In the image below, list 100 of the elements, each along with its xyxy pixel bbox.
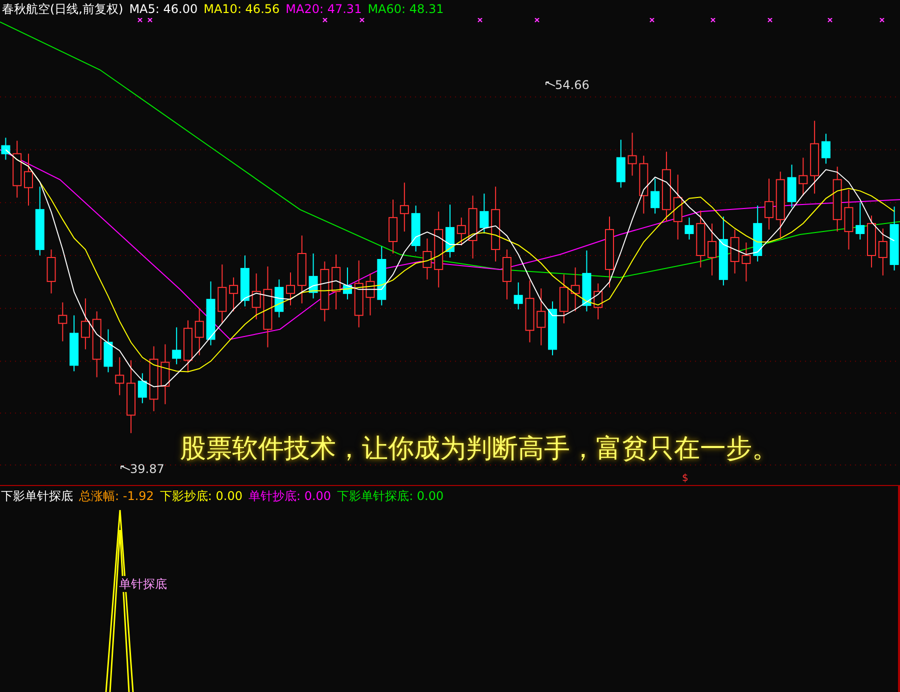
cross-mark-icon [710,18,716,23]
candlestick [149,346,158,412]
candlestick [411,205,420,252]
candlestick [502,249,512,300]
candlestick [92,310,102,378]
caption-text: 股票软件技术，让你成为判断高手，富贫只在一步。 [180,433,778,466]
moving-average-value: MA20: 47.31 [286,1,362,17]
candlestick [46,249,56,294]
candlestick [708,223,717,276]
candlestick [58,302,68,342]
candlestick [730,229,740,274]
candlestick [80,298,90,350]
candlestick [104,328,113,373]
candlestick [764,178,774,230]
candlestick [536,288,546,346]
cross-mark-icon [649,18,655,23]
candlestick [753,205,762,262]
moving-average-value: MA5: 46.00 [129,1,198,17]
candlestick [616,139,626,188]
candlestick [798,157,808,196]
candlestick [559,274,568,324]
candlestick [320,260,330,322]
cross-mark-icon [477,18,483,23]
candlestick [582,250,592,312]
candlestick [696,210,706,268]
cross-mark-icon [359,18,365,23]
cross-mark-icon [322,18,328,23]
indicator-value: 总涨幅: -1.92 [79,488,154,504]
candlestick [856,202,865,240]
candlestick [832,166,842,232]
candlestick [286,272,295,306]
price-label: 54.66 [545,77,590,93]
candlestick [194,308,204,356]
candlestick [650,178,660,214]
candlestick [172,326,182,365]
candlestick [878,228,888,276]
candlestick [718,216,728,286]
cross-mark-icon [137,18,143,23]
candlestick [570,266,580,312]
candlestick [342,266,352,300]
candlestick [468,195,478,259]
candlestick [776,171,785,238]
candlestick [787,164,796,208]
candlestick [274,278,284,318]
cross-mark-icon [879,18,885,23]
candlestick [742,242,751,282]
candlestick [377,246,386,306]
chart-title: 春秋航空(日线,前复权) [2,1,124,17]
candlestick [684,217,694,240]
indicator-title: 下影单针探底 [1,488,73,504]
candlestick [480,193,489,234]
cross-mark-icon [827,18,833,23]
candlestick [548,300,558,356]
indicator-value: 下影抄底: 0.00 [160,488,242,504]
candlestick [605,216,614,288]
cross-mark-icon [147,18,153,23]
candlestick [138,372,147,404]
candlestick [183,320,192,373]
signal-label: 单针探底 [119,576,167,592]
candlestick [867,215,876,268]
candlestick [821,133,830,164]
candlestick [844,189,854,250]
candlestick [1,137,10,160]
price-label: 39.87 [120,461,164,477]
candlestick [12,140,22,198]
candlestick [229,276,238,312]
candlestick [218,264,227,324]
candlestick [639,155,648,214]
candlestick [70,314,79,372]
candlestick [115,356,124,396]
candlestick [332,254,341,310]
moving-average-value: MA60: 48.31 [368,1,444,17]
candlestick [35,186,44,256]
candlestick [594,282,603,320]
cross-mark-icon [767,18,773,23]
candlestick [446,204,454,258]
indicator-value: 单针抄底: 0.00 [248,488,332,504]
candlestick [308,253,318,299]
candlestick [354,260,364,328]
candlestick [388,199,398,254]
candlestick [673,174,682,240]
candlestick [366,272,375,316]
candlestick [240,255,250,307]
arrow-icon [545,81,555,89]
candlestick [525,280,534,343]
indicator-value: 下影单针探底: 0.00 [337,488,444,504]
candlestick [514,282,523,310]
candlestick [628,132,637,176]
candlestick [422,238,432,280]
signal-marker: $ [682,474,688,484]
candlestick [890,206,899,271]
candlestick [297,235,306,304]
candlestick [24,153,33,206]
candlestick [662,151,671,222]
candlestick [160,344,170,405]
cross-mark-icon [534,18,540,23]
candlestick [252,272,261,320]
candlestick [456,217,466,246]
moving-average-value: MA10: 46.56 [204,1,280,17]
candlestick [400,182,409,232]
